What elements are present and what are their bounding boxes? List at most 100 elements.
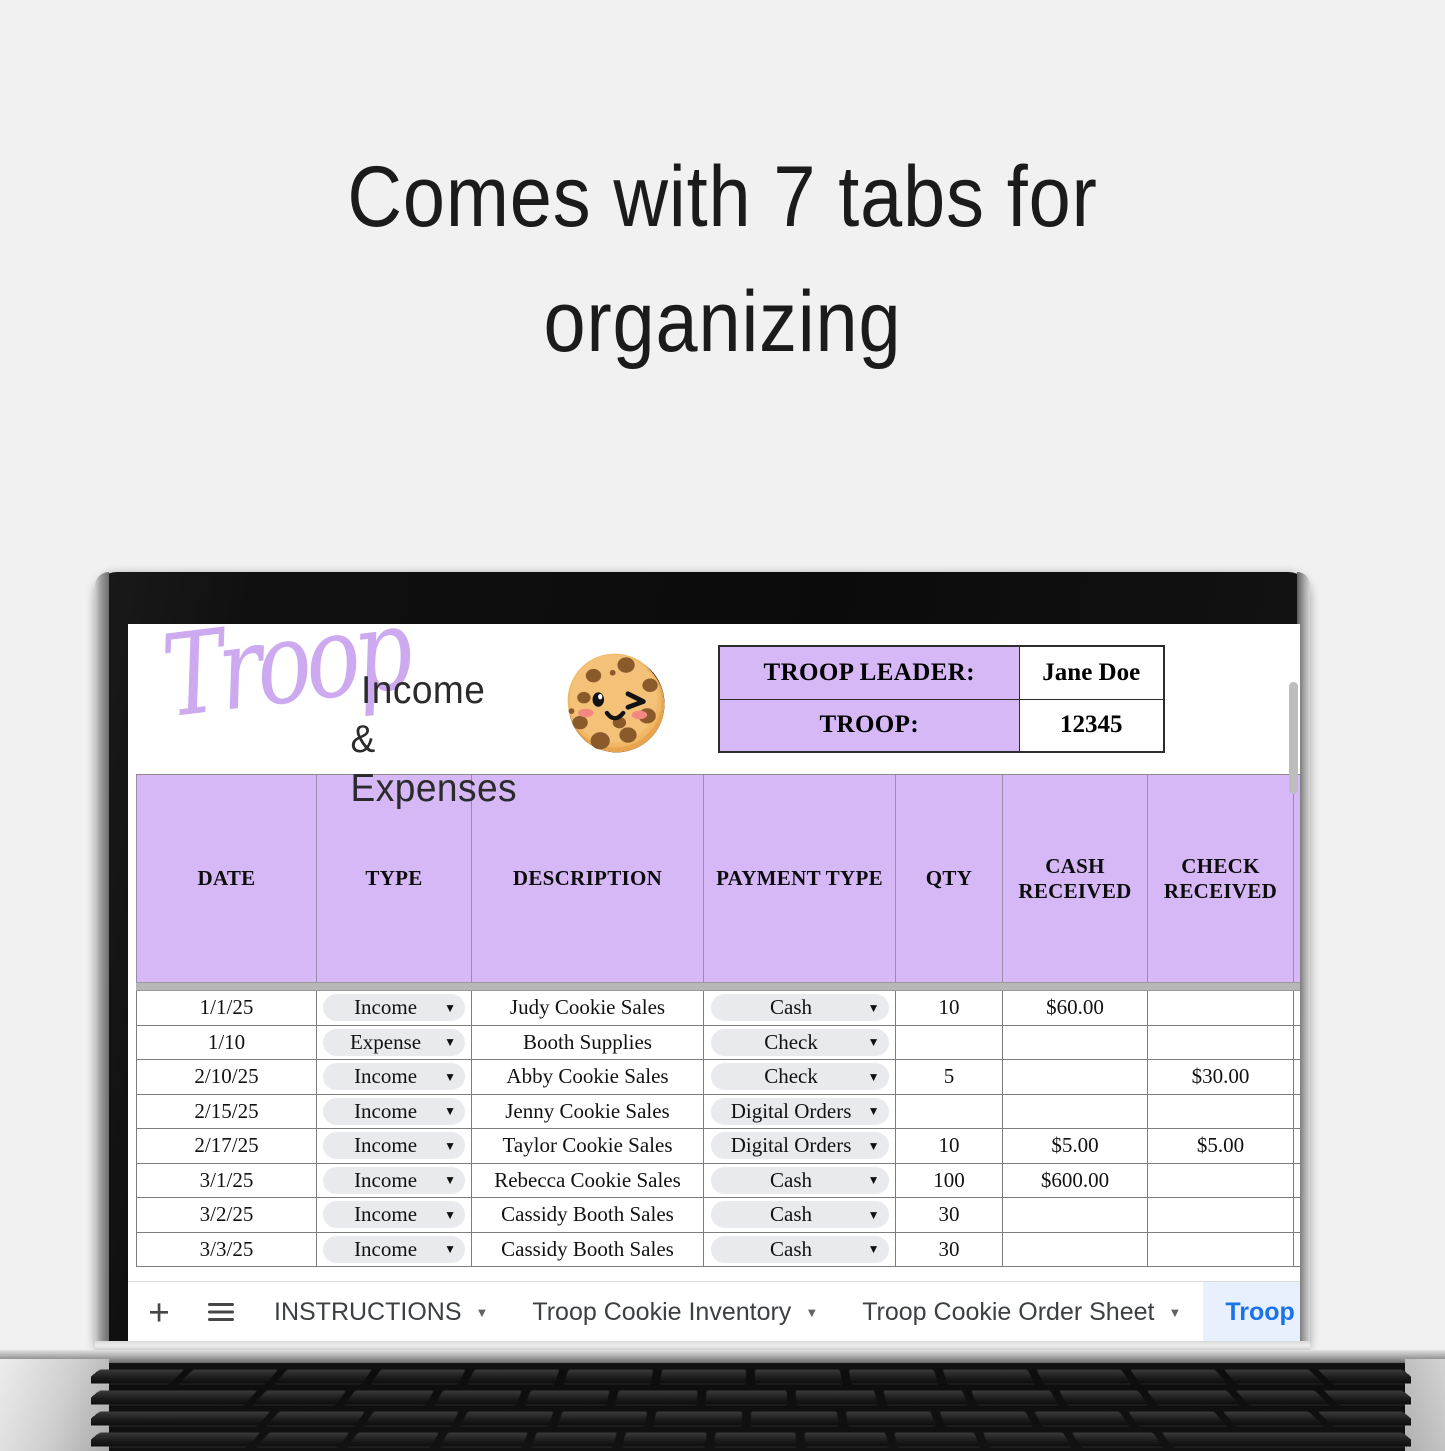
cell-type[interactable]: Income ▼: [317, 1163, 472, 1197]
cell-cash-received[interactable]: [1003, 1060, 1148, 1094]
cell-date[interactable]: 3/1/25: [136, 1163, 317, 1197]
column-header-check-received[interactable]: CHECK RECEIVED: [1148, 775, 1294, 982]
cell-date[interactable]: 2/17/25: [136, 1129, 317, 1163]
cell-qty[interactable]: [896, 1094, 1003, 1128]
cell-check-received[interactable]: $5.00: [1148, 1129, 1294, 1163]
cell-payment-type-dropdown[interactable]: Digital Orders ▼: [710, 1097, 889, 1125]
chevron-down-icon[interactable]: ▼: [868, 1105, 880, 1117]
frozen-row-divider[interactable]: [136, 982, 1300, 991]
chevron-down-icon[interactable]: ▼: [444, 1140, 456, 1152]
cell-type-dropdown[interactable]: Income ▼: [323, 1235, 465, 1263]
cell-payment-type[interactable]: Cash ▼: [704, 991, 896, 1025]
cell-description[interactable]: Booth Supplies: [472, 1025, 704, 1059]
cell-payment-type-dropdown[interactable]: Cash ▼: [710, 994, 889, 1022]
cell-description[interactable]: Taylor Cookie Sales: [472, 1129, 704, 1163]
cell-payment-type-dropdown[interactable]: Cash ▼: [710, 1201, 889, 1229]
cell-date[interactable]: 2/15/25: [136, 1094, 317, 1128]
cell-description[interactable]: Cassidy Booth Sales: [472, 1232, 704, 1266]
cell-date[interactable]: 3/3/25: [136, 1232, 317, 1266]
cell-type[interactable]: Income ▼: [317, 1232, 472, 1266]
cell-cash-received[interactable]: $60.00: [1003, 991, 1148, 1025]
chevron-down-icon[interactable]: ▼: [868, 1174, 880, 1186]
cell-payment-type[interactable]: Check ▼: [704, 1060, 896, 1094]
cell-description[interactable]: Rebecca Cookie Sales: [472, 1163, 704, 1197]
sheet-tab-4[interactable]: Troop I: [1203, 1282, 1300, 1342]
cell-qty[interactable]: 10: [896, 991, 1003, 1025]
cell-cash-received[interactable]: [1003, 1198, 1148, 1232]
cell-check-received[interactable]: [1148, 1232, 1294, 1266]
cell-qty[interactable]: 30: [896, 1232, 1003, 1266]
cell-type-dropdown[interactable]: Income ▼: [323, 1166, 465, 1194]
chevron-down-icon[interactable]: ▼: [868, 1140, 880, 1152]
cell-payment-type-dropdown[interactable]: Check ▼: [710, 1063, 889, 1091]
chevron-down-icon[interactable]: ▼: [444, 1243, 456, 1255]
cell-qty[interactable]: 100: [896, 1163, 1003, 1197]
table-row[interactable]: 3/2/25 Income ▼ Cassidy Booth Sales Cash ▼ 30: [136, 1198, 1300, 1233]
cell-check-received[interactable]: [1148, 1025, 1294, 1059]
cell-check-received[interactable]: [1148, 1198, 1294, 1232]
cell-type-dropdown[interactable]: Expense ▼: [323, 1028, 465, 1056]
vertical-scrollbar[interactable]: [1289, 682, 1298, 794]
cell-check-received[interactable]: [1148, 1163, 1294, 1197]
table-row[interactable]: 3/1/25 Income ▼ Rebecca Cookie Sales Cash ▼ 10…: [136, 1163, 1300, 1198]
cell-payment-type-dropdown[interactable]: Cash ▼: [710, 1166, 889, 1194]
cell-type-dropdown[interactable]: Income ▼: [323, 1201, 465, 1229]
column-header-date[interactable]: DATE: [136, 775, 317, 982]
table-row[interactable]: 2/15/25 Income ▼ Jenny Cookie Sales Digital …: [136, 1094, 1300, 1129]
spreadsheet-grid[interactable]: Troop Income & Expenses TROOP LEADER: Ja…: [128, 624, 1300, 1281]
cell-payment-type[interactable]: Digital Orders ▼: [704, 1094, 896, 1128]
table-row[interactable]: 1/10 Expense ▼ Booth Supplies Check ▼: [136, 1025, 1300, 1060]
chevron-down-icon[interactable]: ▼: [444, 1036, 456, 1048]
column-header-payment-type[interactable]: PAYMENT TYPE: [704, 775, 896, 982]
table-row[interactable]: 1/1/25 Income ▼ Judy Cookie Sales Cash ▼ 10 $60…: [136, 991, 1300, 1026]
chevron-down-icon[interactable]: ▼: [444, 1209, 456, 1221]
cell-payment-type[interactable]: Digital Orders ▼: [704, 1129, 896, 1163]
cell-date[interactable]: 1/10: [136, 1025, 317, 1059]
cell-date[interactable]: 2/10/25: [136, 1060, 317, 1094]
chevron-down-icon[interactable]: ▼: [868, 1002, 880, 1014]
cell-type[interactable]: Income ▼: [317, 1094, 472, 1128]
all-sheets-icon[interactable]: [190, 1282, 252, 1342]
cell-cash-received[interactable]: [1003, 1232, 1148, 1266]
cell-check-received[interactable]: [1148, 1094, 1294, 1128]
cell-qty[interactable]: [896, 1025, 1003, 1059]
chevron-down-icon[interactable]: ▼: [868, 1036, 880, 1048]
cell-payment-type[interactable]: Cash ▼: [704, 1198, 896, 1232]
cell-cash-received[interactable]: $600.00: [1003, 1163, 1148, 1197]
chevron-down-icon[interactable]: ▼: [444, 1174, 456, 1186]
column-header-cash-received[interactable]: CASH RECEIVED: [1003, 775, 1148, 982]
add-sheet-button[interactable]: +: [128, 1282, 190, 1342]
cell-type-dropdown[interactable]: Income ▼: [323, 1097, 465, 1125]
cell-type[interactable]: Income ▼: [317, 991, 472, 1025]
cell-check-received[interactable]: [1148, 991, 1294, 1025]
troop-leader-value[interactable]: Jane Doe: [1018, 645, 1165, 700]
chevron-down-icon[interactable]: ▼: [1168, 1305, 1181, 1320]
chevron-down-icon[interactable]: ▼: [476, 1305, 489, 1320]
cell-type[interactable]: Income ▼: [317, 1060, 472, 1094]
cell-payment-type-dropdown[interactable]: Digital Orders ▼: [710, 1132, 889, 1160]
cell-description[interactable]: Jenny Cookie Sales: [472, 1094, 704, 1128]
table-row[interactable]: 2/10/25 Income ▼ Abby Cookie Sales Check ▼ 5 $3…: [136, 1060, 1300, 1095]
cell-description[interactable]: Cassidy Booth Sales: [472, 1198, 704, 1232]
sheet-tab-1[interactable]: INSTRUCTIONS ▼: [252, 1282, 510, 1342]
cell-date[interactable]: 3/2/25: [136, 1198, 317, 1232]
cell-cash-received[interactable]: [1003, 1025, 1148, 1059]
cell-type[interactable]: Expense ▼: [317, 1025, 472, 1059]
cell-payment-type[interactable]: Cash ▼: [704, 1163, 896, 1197]
cell-type[interactable]: Income ▼: [317, 1198, 472, 1232]
cell-qty[interactable]: 30: [896, 1198, 1003, 1232]
chevron-down-icon[interactable]: ▼: [868, 1071, 880, 1083]
cell-payment-type[interactable]: Check ▼: [704, 1025, 896, 1059]
cell-payment-type-dropdown[interactable]: Check ▼: [710, 1028, 889, 1056]
cell-payment-type[interactable]: Cash ▼: [704, 1232, 896, 1266]
cell-payment-type-dropdown[interactable]: Cash ▼: [710, 1235, 889, 1263]
troop-number-value[interactable]: 12345: [1018, 698, 1165, 753]
chevron-down-icon[interactable]: ▼: [444, 1002, 456, 1014]
table-row[interactable]: 2/17/25 Income ▼ Taylor Cookie Sales Digital…: [136, 1129, 1300, 1164]
sheet-tab-2[interactable]: Troop Cookie Inventory ▼: [510, 1282, 840, 1342]
cell-check-received[interactable]: $30.00: [1148, 1060, 1294, 1094]
cell-qty[interactable]: 10: [896, 1129, 1003, 1163]
column-header-qty[interactable]: QTY: [896, 775, 1003, 982]
cell-description[interactable]: Judy Cookie Sales: [472, 991, 704, 1025]
cell-type-dropdown[interactable]: Income ▼: [323, 994, 465, 1022]
